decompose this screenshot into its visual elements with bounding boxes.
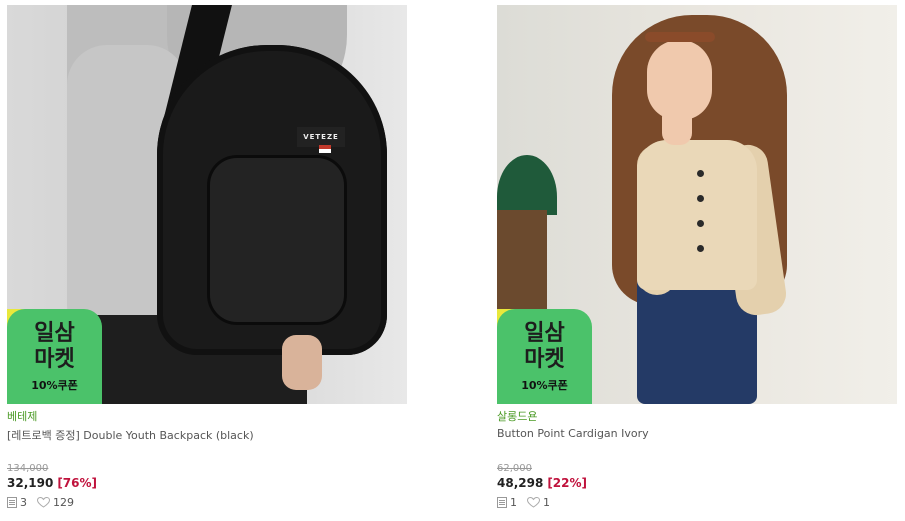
product-title[interactable]: [레트로백 증정] Double Youth Backpack (black) [7, 427, 254, 443]
product-title[interactable]: Button Point Cardigan Ivory [497, 427, 649, 440]
heart-icon[interactable] [527, 497, 540, 508]
product-stats: 1 1 [497, 496, 550, 509]
discount-rate: [22%] [547, 476, 588, 490]
review-icon [7, 497, 17, 508]
badge-line2: 마켓 [34, 347, 75, 372]
discount-rate: [76%] [57, 476, 98, 490]
badge-line2: 마켓 [524, 347, 565, 372]
product-card[interactable]: VETEZE 일삼 마켓 10%쿠폰 [7, 5, 407, 404]
product-image-backpack[interactable]: VETEZE 일삼 마켓 10%쿠폰 [7, 5, 407, 404]
product-stats: 3 129 [7, 496, 74, 509]
sale-price: 48,298 [497, 476, 544, 490]
product-card[interactable]: 일삼 마켓 10%쿠폰 [497, 5, 897, 404]
photo-headband [645, 32, 715, 42]
like-count: 129 [53, 496, 74, 509]
price-line: 48,298 [22%] [497, 476, 587, 490]
heart-icon[interactable] [37, 497, 50, 508]
badge-line3: 10%쿠폰 [521, 379, 568, 392]
market-coupon-badge: 일삼 마켓 10%쿠폰 [7, 309, 102, 404]
review-count: 1 [510, 496, 517, 509]
market-coupon-badge: 일삼 마켓 10%쿠폰 [497, 309, 592, 404]
original-price: 134,000 [7, 463, 49, 474]
product-brand[interactable]: 베테제 [7, 408, 37, 424]
price-line: 32,190 [76%] [7, 476, 97, 490]
photo-cardigan [637, 140, 757, 290]
review-count: 3 [20, 496, 27, 509]
product-image-cardigan[interactable]: 일삼 마켓 10%쿠폰 [497, 5, 897, 404]
photo-hand [662, 105, 692, 145]
product-brand[interactable]: 살롱드욘 [497, 408, 537, 424]
sale-price: 32,190 [7, 476, 54, 490]
badge-line1: 일삼 [34, 321, 75, 346]
backpack-logo: VETEZE [297, 127, 345, 147]
badge-line1: 일삼 [524, 321, 565, 346]
like-count: 1 [543, 496, 550, 509]
review-icon [497, 497, 507, 508]
flag-icon [319, 145, 331, 153]
photo-backpack-pocket [207, 155, 347, 325]
photo-hand [282, 335, 322, 390]
photo-lamp [497, 155, 557, 215]
original-price: 62,000 [497, 463, 532, 474]
badge-line3: 10%쿠폰 [31, 379, 78, 392]
